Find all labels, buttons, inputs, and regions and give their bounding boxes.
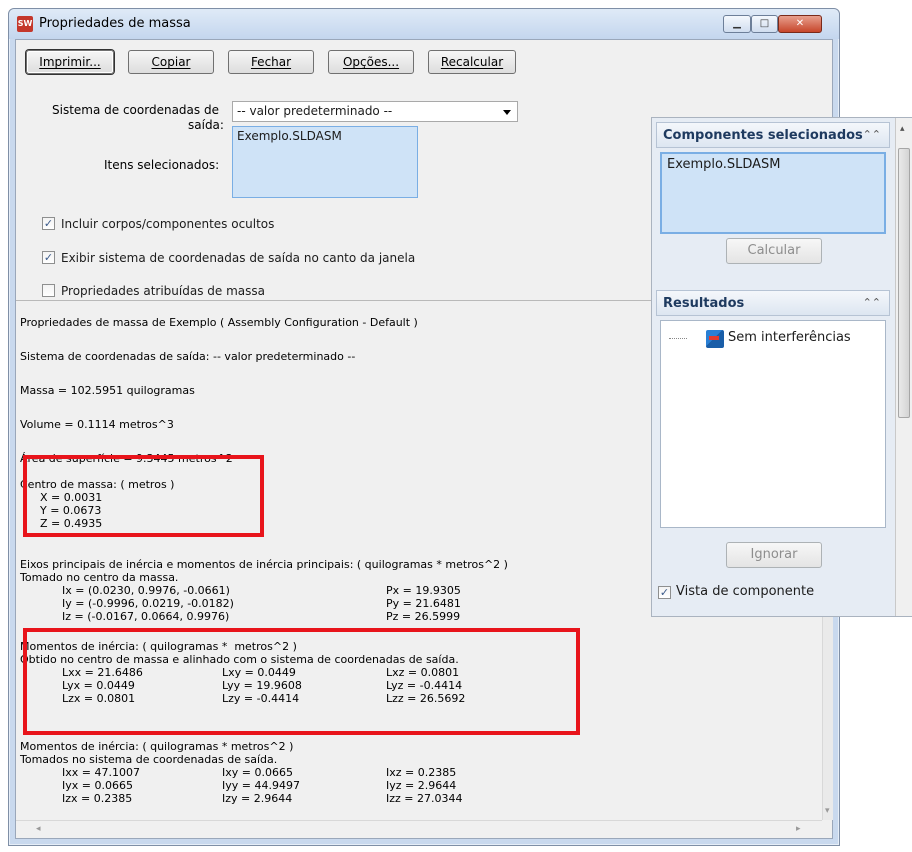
inertia-izz: Izz = 27.0344 [386,792,463,805]
results-horizontal-scrollbar[interactable]: ◂ ▸ [16,820,822,838]
chevron-down-icon [503,110,511,115]
principal-axis-iz: Iz = (-0.0167, 0.0664, 0.9976) [62,610,230,623]
recalculate-button-label: Recalcular [440,55,504,69]
selected-items-label: Itens selecionados: [104,158,220,172]
selected-item[interactable]: Exemplo.SLDASM [237,129,413,143]
output-coord-value: -- valor predeterminado -- [237,104,393,118]
include-hidden-checkbox[interactable]: ✓ [42,217,55,230]
inertia-ixz: Ixz = 0.2385 [386,766,457,779]
inertia-ixy: Ixy = 0.0665 [222,766,293,779]
window-title: Propriedades de massa [39,16,191,31]
inertia-output-subtitle: Tomados no sistema de coordenadas de saí… [20,753,278,766]
inertia-iyy: Iyy = 44.9497 [222,779,300,792]
inertia-izx: Izx = 0.2385 [62,792,133,805]
print-button[interactable]: Imprimir... [26,50,114,74]
ignore-button[interactable]: Ignorar [726,542,822,568]
results-section-title: Resultados [663,296,745,311]
selected-component-item[interactable]: Exemplo.SLDASM [662,154,884,175]
inertia-output-title: Momentos de inércia: ( quilogramas * met… [20,740,294,753]
include-hidden-label[interactable]: Incluir corpos/componentes ocultos [61,217,274,231]
principal-axes-title: Eixos principais de inércia e momentos d… [20,558,508,571]
solidworks-app-icon: SW [17,16,33,32]
interference-side-panel: Componentes selecionados ⌃⌃ Exemplo.SLDA… [651,117,912,617]
results-header: Propriedades de massa de Exemplo ( Assem… [20,316,418,329]
scroll-up-icon[interactable]: ▴ [900,124,905,134]
results-coord-system: Sistema de coordenadas de saída: -- valo… [20,350,356,363]
components-section-title: Componentes selecionados [663,128,863,143]
principal-axes-subtitle: Tomado no centro da massa. [20,571,179,584]
principal-axis-iy: Iy = (-0.9996, 0.0219, -0.0182) [62,597,234,610]
interference-result-icon [706,330,724,348]
copy-button-label: Copiar [151,55,191,69]
principal-moment-px: Px = 19.9305 [386,584,461,597]
options-button-label: Opções... [342,55,400,69]
minimize-button[interactable]: ▁ [723,15,751,33]
close-window-button[interactable]: ✕ [778,15,822,33]
scroll-left-icon[interactable]: ◂ [36,824,41,834]
component-view-label[interactable]: Vista de componente [676,584,814,599]
side-panel-scrollbar[interactable]: ▴ [895,118,912,616]
scroll-right-icon[interactable]: ▸ [796,824,801,834]
collapse-icon[interactable]: ⌃⌃ [863,128,881,141]
tree-connector [669,338,687,339]
scrollbar-thumb[interactable] [898,148,910,418]
selected-items-list[interactable]: Exemplo.SLDASM [232,126,418,198]
show-coord-label[interactable]: Exibir sistema de coordenadas de saída n… [61,251,415,265]
principal-axis-ix: Ix = (0.0230, 0.9976, -0.0661) [62,584,230,597]
components-section-header[interactable]: Componentes selecionados ⌃⌃ [656,122,890,148]
scroll-down-icon[interactable]: ▾ [825,806,830,816]
assigned-mass-checkbox[interactable] [42,284,55,297]
output-coord-label-line2: saída: [188,118,224,132]
close-button-label: Fechar [250,55,292,69]
print-button-label: Imprimir... [39,55,101,69]
principal-moment-py: Py = 21.6481 [386,597,461,610]
results-section-header[interactable]: Resultados ⌃⌃ [656,290,890,316]
show-coord-checkbox[interactable]: ✓ [42,251,55,264]
collapse-icon[interactable]: ⌃⌃ [863,296,881,309]
close-button[interactable]: Fechar [228,50,314,74]
component-view-checkbox[interactable]: ✓ [658,586,671,599]
options-button[interactable]: Opções... [328,50,414,74]
copy-button[interactable]: Copiar [128,50,214,74]
title-bar[interactable]: SW Propriedades de massa ▁ □ ✕ [9,9,839,39]
results-volume: Volume = 0.1114 metros^3 [20,418,174,431]
highlight-center-of-mass [23,455,264,537]
principal-moment-pz: Pz = 26.5999 [386,610,461,623]
recalculate-button[interactable]: Recalcular [428,50,516,74]
calculate-button[interactable]: Calcular [726,238,822,264]
results-mass: Massa = 102.5951 quilogramas [20,384,195,397]
inertia-iyx: Iyx = 0.0665 [62,779,133,792]
inertia-ixx: Ixx = 47.1007 [62,766,140,779]
highlight-moments-of-inertia [23,628,580,735]
inertia-iyz: Iyz = 2.9644 [386,779,457,792]
inertia-izy: Izy = 2.9644 [222,792,293,805]
no-interference-item[interactable]: Sem interferências [728,330,851,345]
maximize-button[interactable]: □ [751,15,778,33]
assigned-mass-label[interactable]: Propriedades atribuídas de massa [61,284,265,298]
results-tree[interactable] [660,320,886,528]
selected-components-list[interactable]: Exemplo.SLDASM [660,152,886,234]
output-coord-label-line1: Sistema de coordenadas de [52,103,219,117]
output-coord-dropdown[interactable]: -- valor predeterminado -- [232,101,518,122]
